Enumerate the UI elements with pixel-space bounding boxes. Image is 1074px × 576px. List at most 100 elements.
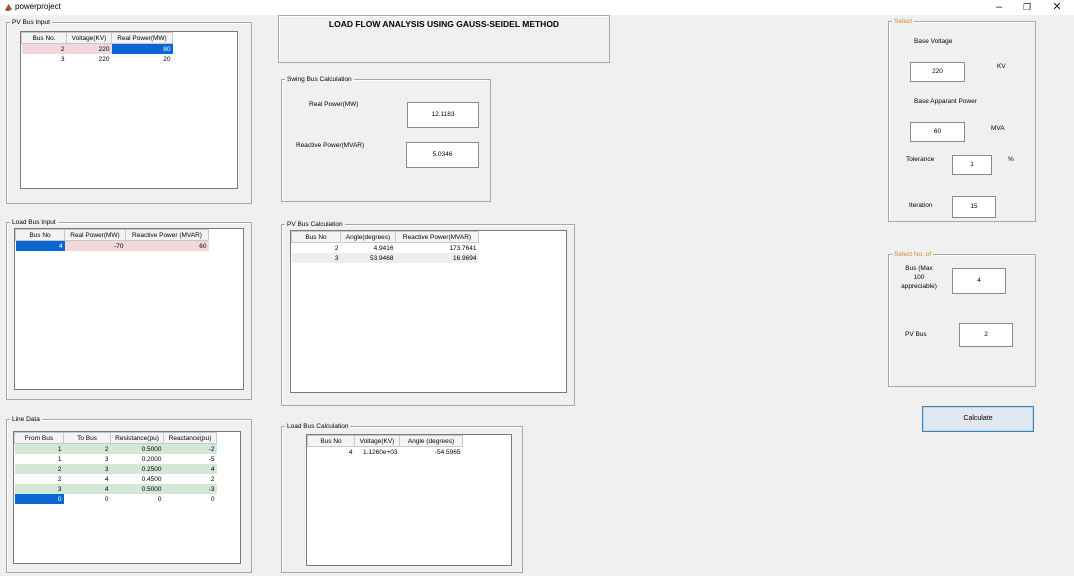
table-cell[interactable]: -3: [163, 484, 217, 494]
main-title-panel: LOAD FLOW ANALYSIS USING GAUSS-SEIDEL ME…: [278, 15, 610, 63]
table-cell-selected[interactable]: 80: [111, 43, 173, 54]
tolerance-field[interactable]: 1: [952, 155, 992, 175]
base-apparent-power-field[interactable]: 60: [910, 122, 965, 142]
pv-bus-calc-title: PV Bus Calculation: [285, 220, 345, 229]
select-title: Select: [892, 17, 915, 26]
pv-bus-input-table[interactable]: Bus No. Voltage(KV) Real Power(MW) 2 220…: [20, 31, 238, 189]
table-cell[interactable]: 4: [163, 464, 217, 474]
matlab-app-icon: [4, 3, 13, 12]
table-cell[interactable]: 3: [14, 484, 64, 494]
table-cell[interactable]: 2: [63, 443, 111, 454]
restore-icon[interactable]: ❐: [1012, 0, 1042, 15]
table-cell: 53.9468: [340, 253, 396, 263]
column-header[interactable]: Angle(degrees): [340, 231, 396, 243]
table-row: 3 53.9468 16.9694: [291, 253, 479, 263]
window-title: powerproject: [15, 2, 61, 11]
column-header[interactable]: Bus No: [307, 435, 355, 447]
table-cell[interactable]: 20: [111, 54, 173, 64]
column-header[interactable]: Reactance(pu): [163, 432, 217, 444]
column-header[interactable]: Reactive Power(MVAR): [395, 231, 479, 243]
table-cell[interactable]: -5: [163, 454, 217, 464]
table-cell: 2: [291, 242, 341, 253]
table-cell[interactable]: 1: [14, 443, 64, 454]
column-header[interactable]: Real Power(MW): [64, 229, 126, 241]
swing-bus-panel: Swing Bus Calculation Real Power(MW) 12.…: [281, 75, 491, 202]
table-cell: 3: [291, 253, 341, 263]
select-panel: Select Base Voltage 220 KV Base Apparant…: [888, 17, 1036, 222]
column-header[interactable]: From Bus: [14, 432, 64, 444]
base-voltage-field[interactable]: 220: [910, 62, 965, 82]
column-header[interactable]: Bus No.: [21, 32, 67, 44]
table-cell[interactable]: 220: [66, 54, 112, 64]
pv-bus-count-field[interactable]: 2: [959, 323, 1013, 347]
bus-count-field[interactable]: 4: [952, 268, 1006, 294]
swing-reactive-power-field[interactable]: 5.0346: [406, 142, 479, 168]
load-bus-input-title: Load Bus Input: [10, 218, 58, 227]
column-header[interactable]: Voltage(KV): [66, 32, 112, 44]
table-cell[interactable]: 2: [163, 474, 217, 484]
pv-bus-calc-table[interactable]: Bus No Angle(degrees) Reactive Power(MVA…: [290, 230, 567, 393]
column-header[interactable]: Resistance(pu): [110, 432, 164, 444]
table-cell[interactable]: 0.5000: [110, 443, 164, 454]
load-bus-input-table[interactable]: Bus No Real Power(MW) Reactive Power (MV…: [14, 228, 244, 390]
line-data-title: Line Data: [10, 415, 42, 424]
load-bus-input-grid: Bus No Real Power(MW) Reactive Power (MV…: [15, 229, 209, 251]
table-row: 2 4.9416 173.7641: [291, 242, 479, 253]
table-cell[interactable]: 2: [14, 474, 64, 484]
column-header[interactable]: Voltage(KV): [354, 435, 400, 447]
calculate-button[interactable]: Calculate: [922, 406, 1034, 432]
table-cell: -54.5965: [399, 446, 463, 457]
table-cell[interactable]: 1: [14, 454, 64, 464]
column-header[interactable]: Bus No: [291, 231, 341, 243]
pv-bus-input-title: PV Bus Input: [10, 18, 52, 27]
pv-bus-input-panel: PV Bus Input Bus No. Voltage(KV) Real Po…: [6, 18, 252, 204]
table-cell[interactable]: 2: [14, 464, 64, 474]
table-cell[interactable]: 3: [63, 464, 111, 474]
pv-bus-input-grid: Bus No. Voltage(KV) Real Power(MW) 2 220…: [21, 32, 173, 64]
iteration-label: Iteration: [909, 202, 933, 209]
select-no-panel: Select No. of Bus (Max 100 appreciable) …: [888, 250, 1036, 387]
table-cell[interactable]: 0.4500: [110, 474, 164, 484]
minimize-icon[interactable]: –: [984, 0, 1014, 15]
table-cell-selected[interactable]: 0: [14, 494, 64, 504]
base-apparent-power-label: Base Apparant Power: [914, 98, 977, 105]
table-cell-selected[interactable]: 4: [15, 240, 65, 251]
table-cell[interactable]: 0.2500: [110, 464, 164, 474]
table-cell[interactable]: 0.2000: [110, 454, 164, 464]
table-cell[interactable]: 3: [63, 454, 111, 464]
table-cell[interactable]: 2: [21, 43, 67, 54]
table-row: 2 3 0.2500 4: [14, 464, 217, 474]
column-header[interactable]: Real Power(MW): [111, 32, 173, 44]
table-cell[interactable]: 60: [125, 240, 209, 251]
column-header[interactable]: To Bus: [63, 432, 111, 444]
column-header[interactable]: Angle (degrees): [399, 435, 463, 447]
table-cell[interactable]: 0.5000: [110, 484, 164, 494]
table-row: 2 4 0.4500 2: [14, 474, 217, 484]
line-data-table[interactable]: From Bus To Bus Resistance(pu) Reactance…: [13, 431, 241, 564]
iteration-field[interactable]: 15: [952, 196, 996, 218]
table-row: 0 0 0 0: [14, 494, 217, 504]
table-cell[interactable]: 0: [63, 494, 111, 504]
table-cell: 1.1260e+03: [354, 446, 400, 457]
column-header[interactable]: Reactive Power (MVAR): [125, 229, 209, 241]
column-header[interactable]: Bus No: [15, 229, 65, 241]
table-row: 4 1.1260e+03 -54.5965: [307, 446, 463, 457]
load-bus-calc-table[interactable]: Bus No Voltage(KV) Angle (degrees) 4 1.1…: [306, 434, 512, 566]
swing-reactive-power-label: Reactive Power(MVAR): [296, 142, 365, 149]
table-row: 1 3 0.2000 -5: [14, 454, 217, 464]
close-icon[interactable]: ✕: [1042, 0, 1072, 15]
mva-unit-label: MVA: [991, 125, 1005, 132]
table-cell[interactable]: 0: [163, 494, 217, 504]
table-cell: 4: [307, 446, 355, 457]
swing-bus-title: Swing Bus Calculation: [285, 75, 354, 84]
table-cell[interactable]: 3: [21, 54, 67, 64]
table-cell[interactable]: 4: [63, 484, 111, 494]
pv-bus-count-label: PV Bus: [905, 331, 927, 338]
swing-real-power-field[interactable]: 12.1183: [407, 102, 479, 128]
table-cell[interactable]: 0: [110, 494, 164, 504]
table-cell[interactable]: 4: [63, 474, 111, 484]
table-cell[interactable]: 220: [66, 43, 112, 54]
table-row: 3 4 0.5000 -3: [14, 484, 217, 494]
table-cell[interactable]: -70: [64, 240, 126, 251]
table-cell[interactable]: -2: [163, 443, 217, 454]
